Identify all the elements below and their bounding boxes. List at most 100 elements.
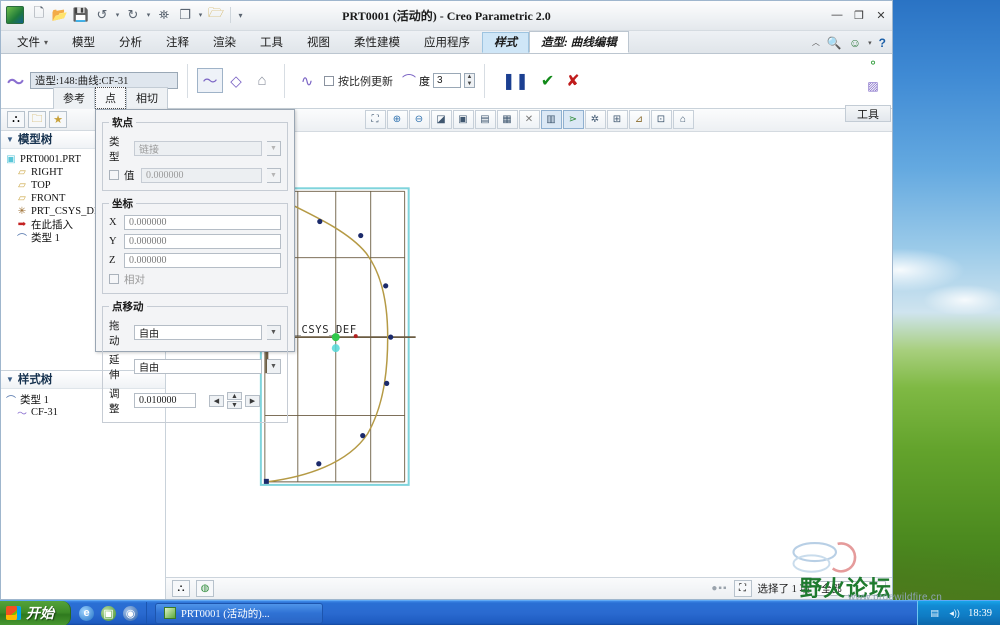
control-point[interactable]: [383, 282, 389, 289]
selection-filter-icon[interactable]: ⛶: [733, 580, 752, 597]
tab-applications[interactable]: 应用程序: [412, 32, 482, 53]
extend-select[interactable]: 自由: [134, 359, 262, 375]
cancel-button[interactable]: ✘: [566, 71, 579, 91]
control-point[interactable]: [316, 460, 322, 467]
tree-filter-icon[interactable]: ⛬: [7, 110, 25, 128]
nudge-down-button[interactable]: ▼: [227, 401, 242, 410]
status-smiley-icon[interactable]: ☺: [849, 36, 861, 50]
adjust-input[interactable]: 0.010000: [134, 393, 196, 409]
tab-render[interactable]: 渲染: [201, 32, 248, 53]
control-point[interactable]: [358, 232, 364, 238]
layer-display-icon[interactable]: ⊡: [650, 110, 672, 130]
proportional-update-checkbox[interactable]: [324, 75, 334, 86]
coord-y-input[interactable]: 0.000000: [124, 233, 281, 249]
axis-display-icon[interactable]: ⋗: [562, 110, 584, 130]
tree-folder-icon[interactable]: 🗀: [28, 110, 46, 128]
tab-flexible-modeling[interactable]: 柔性建模: [342, 32, 412, 53]
zoom-out-icon[interactable]: ⊖: [408, 110, 430, 130]
chevron-down-icon[interactable]: ▼: [267, 359, 281, 375]
curve-fit-button[interactable]: ∿: [294, 68, 320, 93]
maximize-button[interactable]: ❐: [852, 8, 866, 22]
undo-icon[interactable]: ↺: [92, 5, 112, 25]
collapse-ribbon-icon[interactable]: ︿: [812, 37, 820, 48]
tree-favorites-icon[interactable]: ★: [49, 110, 67, 128]
degree-input[interactable]: 3: [433, 73, 461, 89]
tab-style[interactable]: 样式: [482, 31, 530, 53]
tab-annotate[interactable]: 注释: [154, 32, 201, 53]
tree-toggle-icon[interactable]: ⛬: [172, 580, 190, 597]
control-point[interactable]: [388, 334, 394, 340]
close-window-icon[interactable]: 🗁: [206, 5, 226, 25]
open-file-icon[interactable]: 📂: [50, 5, 70, 25]
zoom-in-icon[interactable]: ⊕: [386, 110, 408, 130]
degree-stepper[interactable]: ▲ ▼: [464, 73, 475, 89]
display-style-icon[interactable]: ▣: [452, 110, 474, 130]
cos-curve-button[interactable]: ⌂: [249, 68, 275, 93]
redo-dropdown-icon[interactable]: ▾: [144, 5, 153, 25]
keyboard-layout-icon[interactable]: ▤: [928, 607, 941, 619]
subtab-reference[interactable]: 参考: [53, 86, 95, 109]
annotation-display-icon[interactable]: ⊿: [628, 110, 650, 130]
chevron-down-icon[interactable]: ▼: [267, 167, 281, 183]
globe-icon[interactable]: ◍: [196, 580, 214, 597]
tools-label[interactable]: 工具: [845, 105, 891, 122]
orientation-icon[interactable]: ⌂: [672, 110, 694, 130]
subtab-tangent[interactable]: 相切: [126, 86, 168, 109]
regenerate-icon[interactable]: ⛯: [154, 5, 174, 25]
relative-checkbox[interactable]: [109, 274, 119, 285]
window-dropdown-icon[interactable]: ▾: [196, 5, 205, 25]
nudge-right-button[interactable]: ▶: [245, 394, 260, 407]
search-icon[interactable]: 🔍: [827, 36, 842, 50]
coord-x-input[interactable]: 0.000000: [124, 214, 281, 230]
help-dropdown-icon[interactable]: ▾: [868, 39, 872, 47]
repaint-icon[interactable]: ◪: [430, 110, 452, 130]
control-point[interactable]: [384, 380, 390, 386]
taskbar-clock[interactable]: 18:39: [968, 608, 992, 619]
customize-qat-icon[interactable]: ▾: [235, 5, 246, 25]
planar-curve-button[interactable]: ◇: [223, 68, 249, 93]
soft-point-value-input[interactable]: 0.000000: [141, 167, 262, 183]
tab-file[interactable]: 文件 ▾: [5, 32, 60, 53]
media-player-icon[interactable]: ◉: [123, 605, 138, 621]
tab-tools[interactable]: 工具: [248, 32, 295, 53]
save-icon[interactable]: 💾: [71, 5, 91, 25]
drag-handle-icon[interactable]: ⚬: [863, 55, 883, 71]
window-switch-icon[interactable]: ❐: [175, 5, 195, 25]
nudge-up-button[interactable]: ▲: [227, 392, 242, 401]
plane-display-icon[interactable]: ▥: [540, 110, 562, 130]
degree-stepper-down[interactable]: ▼: [465, 81, 474, 88]
volume-icon[interactable]: ◂)): [948, 607, 961, 619]
grid-tool-icon[interactable]: ▨: [863, 78, 883, 94]
nudge-left-button[interactable]: ◀: [209, 394, 224, 407]
ie-icon[interactable]: e: [79, 605, 94, 621]
subtab-point[interactable]: 点: [95, 86, 126, 109]
selection-filter-select[interactable]: 全部: [816, 581, 886, 596]
soft-point-type-select[interactable]: 链接: [134, 141, 262, 157]
datum-display-icon[interactable]: ✕: [518, 110, 540, 130]
chevron-down-icon[interactable]: ▼: [267, 141, 281, 157]
tab-curve-edit[interactable]: 造型: 曲线编辑: [529, 30, 629, 53]
drag-handle[interactable]: [331, 343, 340, 352]
tab-view[interactable]: 视图: [295, 32, 342, 53]
free-curve-button[interactable]: 〜: [197, 68, 223, 94]
pause-button[interactable]: ❚❚: [502, 71, 529, 91]
control-point-end-bottom[interactable]: [263, 478, 269, 484]
new-file-icon[interactable]: 🗋: [29, 5, 49, 25]
soft-point-value-checkbox[interactable]: [109, 170, 119, 181]
refit-icon[interactable]: ⛶: [364, 110, 386, 130]
start-button[interactable]: 开始: [0, 600, 71, 625]
view-manager-icon[interactable]: ▦: [496, 110, 518, 130]
show-desktop-icon[interactable]: ▣: [101, 605, 116, 621]
app-menu-icon[interactable]: [6, 6, 24, 25]
undo-dropdown-icon[interactable]: ▾: [113, 5, 122, 25]
proportional-update-row[interactable]: 按比例更新: [324, 73, 393, 89]
control-point[interactable]: [317, 218, 323, 224]
help-icon[interactable]: ?: [879, 36, 886, 50]
minimize-button[interactable]: —: [830, 8, 844, 22]
close-button[interactable]: ✕: [874, 8, 888, 22]
chevron-down-icon[interactable]: ▼: [267, 325, 281, 341]
drag-select[interactable]: 自由: [134, 325, 262, 341]
coord-z-input[interactable]: 0.000000: [124, 252, 281, 268]
saved-views-icon[interactable]: ▤: [474, 110, 496, 130]
taskbar-item-creo[interactable]: PRT0001 (活动的)...: [155, 602, 323, 624]
